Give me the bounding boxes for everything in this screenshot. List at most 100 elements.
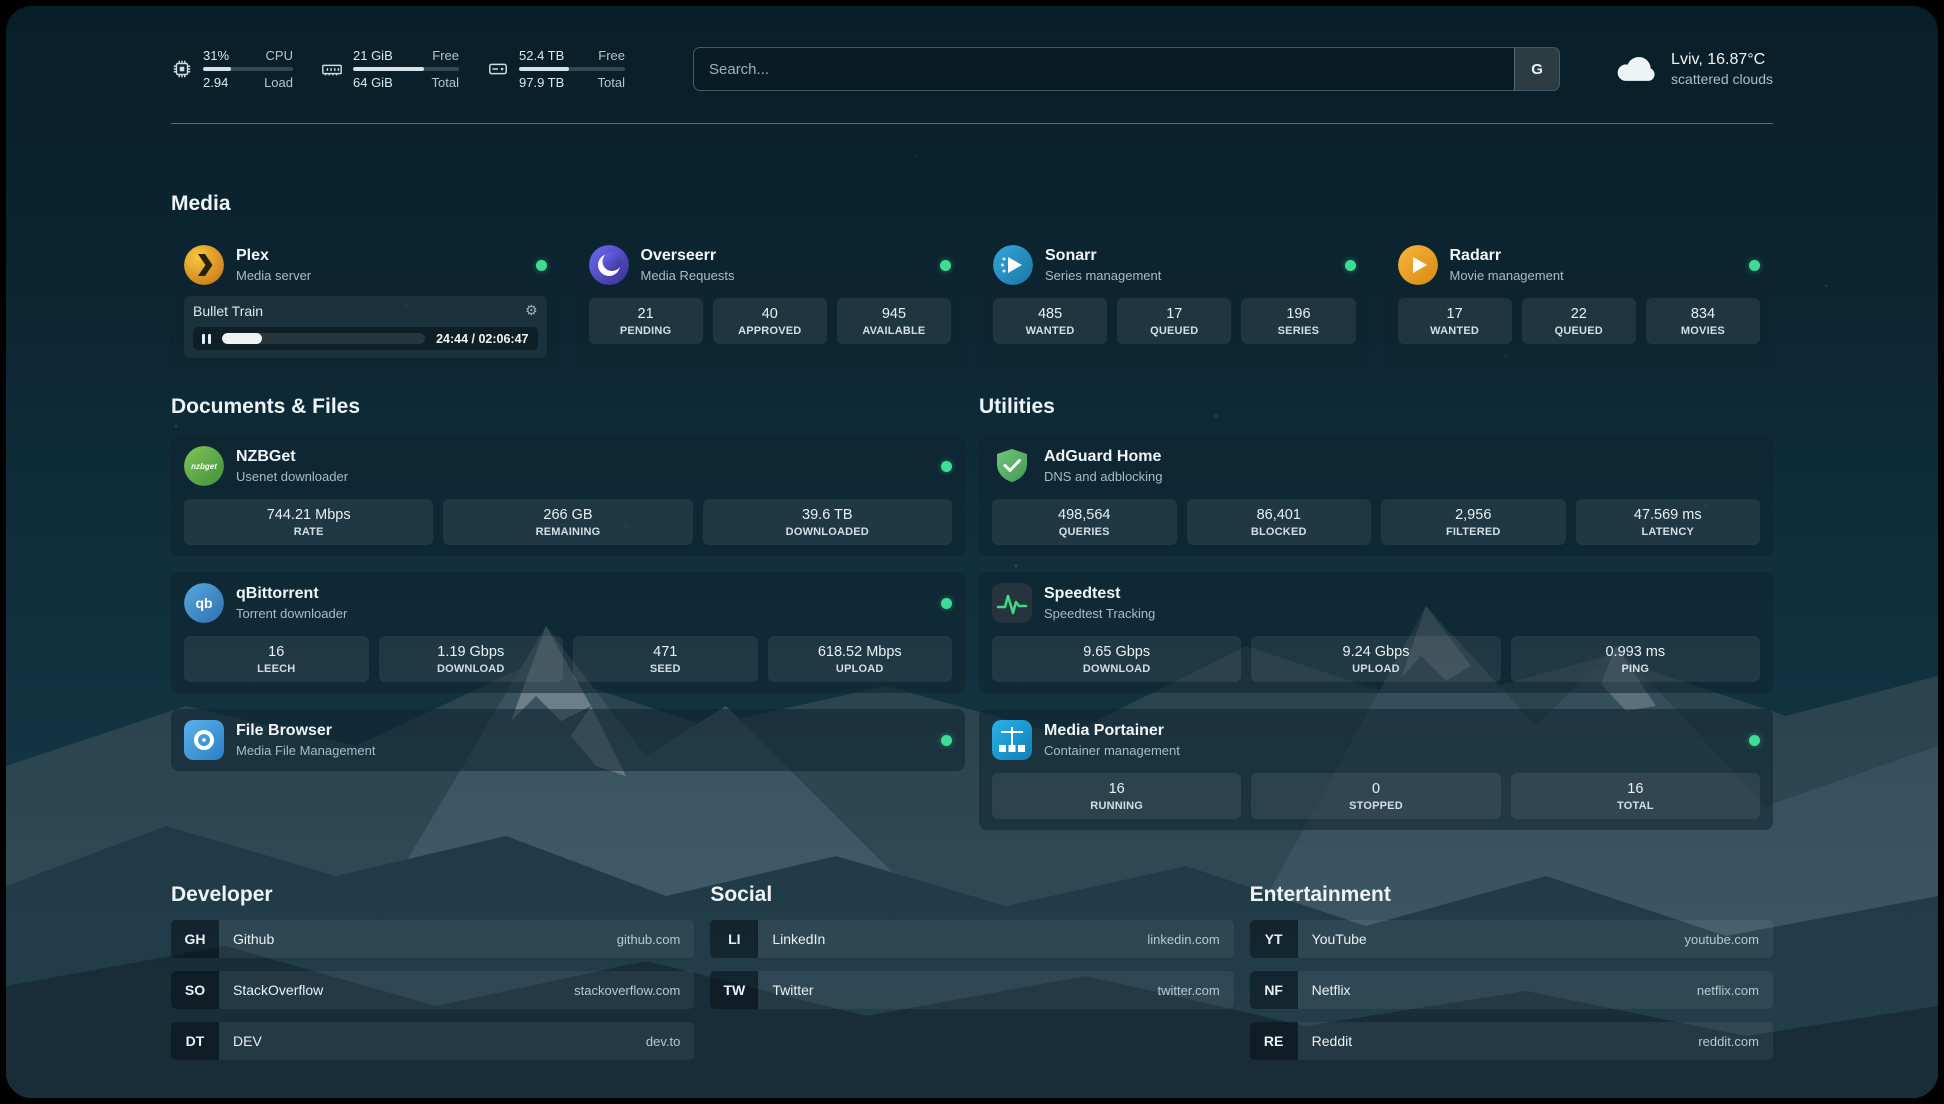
sonarr-card[interactable]: Sonarr Series management 485 WANTED 17 Q… xyxy=(980,234,1369,369)
bookmarks-entertainment: Entertainment YT YouTube youtube.com NF … xyxy=(1250,883,1773,1060)
stat-label: MOVIES xyxy=(1650,325,1756,337)
bookmark-github[interactable]: GH Github github.com xyxy=(171,920,694,958)
memory-total-value: 64 GiB xyxy=(353,74,393,91)
stat-value: 86,401 xyxy=(1191,507,1368,523)
stat-value: 9.65 Gbps xyxy=(996,644,1237,660)
playback-progress-track[interactable] xyxy=(222,333,425,344)
app-name: Speedtest xyxy=(1044,584,1155,604)
stat-value: 618.52 Mbps xyxy=(772,644,949,660)
nzbget-card[interactable]: nzbget NZBGet Usenet downloader 744.21 M… xyxy=(171,435,965,556)
bookmark-abbr: SO xyxy=(171,971,219,1009)
stat-value: 498,564 xyxy=(996,507,1173,523)
cpu-icon xyxy=(171,58,193,80)
settings-gear-icon[interactable]: ⚙ xyxy=(525,302,538,320)
portainer-card[interactable]: Media Portainer Container management 16 … xyxy=(979,709,1773,830)
stats-row: 21 PENDING 40 APPROVED 945 AVAILABLE xyxy=(589,298,952,344)
bookmark-host: dev.to xyxy=(646,1034,680,1049)
bookmark-host: twitter.com xyxy=(1158,983,1220,998)
stat-label: WANTED xyxy=(1402,325,1508,337)
status-online-dot xyxy=(941,461,952,472)
weather-widget[interactable]: Lviv, 16.87°C scattered clouds xyxy=(1614,51,1773,87)
stat-value: 266 GB xyxy=(447,507,688,523)
section-title-media: Media xyxy=(171,192,1773,216)
stat-label: APPROVED xyxy=(717,325,823,337)
stat-value: 744.21 Mbps xyxy=(188,507,429,523)
stat-value: 1.19 Gbps xyxy=(383,644,560,660)
stats-row: 17 WANTED 22 QUEUED 834 MOVIES xyxy=(1398,298,1761,344)
stat-box: 21 PENDING xyxy=(589,298,703,344)
bookmark-abbr: TW xyxy=(710,971,758,1009)
stat-label: WANTED xyxy=(997,325,1103,337)
cpu-usage-bar xyxy=(203,67,293,71)
status-online-dot xyxy=(941,598,952,609)
weather-location: Lviv, 16.87°C xyxy=(1671,51,1773,69)
radarr-card[interactable]: Radarr Movie management 17 WANTED 22 QUE… xyxy=(1385,234,1774,369)
bookmark-netflix[interactable]: NF Netflix netflix.com xyxy=(1250,971,1773,1009)
stat-box: 485 WANTED xyxy=(993,298,1107,344)
app-name: Plex xyxy=(236,246,311,266)
bookmark-abbr: NF xyxy=(1250,971,1298,1009)
section-title-documents: Documents & Files xyxy=(171,395,965,419)
bookmarks-grid: Developer GH Github github.com SO StackO… xyxy=(171,883,1773,1060)
overseerr-icon xyxy=(589,245,629,285)
bookmark-name: StackOverflow xyxy=(233,982,323,998)
status-online-dot xyxy=(940,260,951,271)
bookmark-twitter[interactable]: TW Twitter twitter.com xyxy=(710,971,1233,1009)
plex-icon xyxy=(184,245,224,285)
cpu-load-value: 2.94 xyxy=(203,74,228,91)
stat-box: 16 TOTAL xyxy=(1511,773,1760,819)
stat-box: 16 RUNNING xyxy=(992,773,1241,819)
search-input[interactable] xyxy=(694,48,1514,90)
cpu-widget: 31% CPU 2.94 Load xyxy=(171,47,293,91)
qbittorrent-card[interactable]: qb qBittorrent Torrent downloader 16 LEE… xyxy=(171,572,965,693)
overseerr-card-header: Overseerr Media Requests xyxy=(589,245,952,285)
bookmark-youtube[interactable]: YT YouTube youtube.com xyxy=(1250,920,1773,958)
stat-label: DOWNLOAD xyxy=(383,663,560,675)
disk-widget: 52.4 TB Free 97.9 TB Total xyxy=(487,47,625,91)
memory-free-value: 21 GiB xyxy=(353,47,393,64)
app-description: Container management xyxy=(1044,742,1180,759)
stat-label: RUNNING xyxy=(996,800,1237,812)
section-title-entertainment: Entertainment xyxy=(1250,883,1773,907)
app-name: Sonarr xyxy=(1045,246,1161,266)
adguard-icon xyxy=(992,446,1032,486)
radarr-card-header: Radarr Movie management xyxy=(1398,245,1761,285)
stat-label: LATENCY xyxy=(1580,526,1757,538)
portainer-card-header: Media Portainer Container management xyxy=(992,720,1760,760)
svg-text:nzbget: nzbget xyxy=(191,462,217,471)
section-title-social: Social xyxy=(710,883,1233,907)
adguard-card[interactable]: AdGuard Home DNS and adblocking 498,564 … xyxy=(979,435,1773,556)
bookmark-name: Github xyxy=(233,931,274,947)
stat-box: 17 QUEUED xyxy=(1117,298,1231,344)
bookmark-stackoverflow[interactable]: SO StackOverflow stackoverflow.com xyxy=(171,971,694,1009)
sonarr-icon xyxy=(993,245,1033,285)
bookmark-dev[interactable]: DT DEV dev.to xyxy=(171,1022,694,1060)
app-name: qBittorrent xyxy=(236,584,347,604)
filebrowser-card[interactable]: File Browser Media File Management xyxy=(171,709,965,771)
bookmark-linkedin[interactable]: LI LinkedIn linkedin.com xyxy=(710,920,1233,958)
status-online-dot xyxy=(536,260,547,271)
stat-box: 834 MOVIES xyxy=(1646,298,1760,344)
stat-box: 47.569 ms LATENCY xyxy=(1576,499,1761,545)
pause-icon[interactable] xyxy=(202,334,211,344)
stat-value: 471 xyxy=(577,644,754,660)
speedtest-card[interactable]: Speedtest Speedtest Tracking 9.65 Gbps D… xyxy=(979,572,1773,693)
app-description: Series management xyxy=(1045,267,1161,284)
bookmark-host: github.com xyxy=(617,932,681,947)
stat-label: STOPPED xyxy=(1255,800,1496,812)
bookmark-name: LinkedIn xyxy=(772,931,825,947)
stat-box: 40 APPROVED xyxy=(713,298,827,344)
disk-bar xyxy=(519,67,625,71)
stat-label: QUEUED xyxy=(1526,325,1632,337)
memory-widget: 21 GiB Free 64 GiB Total xyxy=(321,47,459,91)
section-documents: Documents & Files nzbget xyxy=(171,395,965,771)
bookmark-reddit[interactable]: RE Reddit reddit.com xyxy=(1250,1022,1773,1060)
app-description: DNS and adblocking xyxy=(1044,468,1163,485)
plex-card[interactable]: Plex Media server Bullet Train ⚙ xyxy=(171,234,560,369)
stat-label: SEED xyxy=(577,663,754,675)
search-bar[interactable]: G xyxy=(693,47,1560,91)
stat-box: 1.19 Gbps DOWNLOAD xyxy=(379,636,564,682)
overseerr-card[interactable]: Overseerr Media Requests 21 PENDING 40 A… xyxy=(576,234,965,369)
section-title-utilities: Utilities xyxy=(979,395,1773,419)
search-provider-button[interactable]: G xyxy=(1514,48,1559,90)
